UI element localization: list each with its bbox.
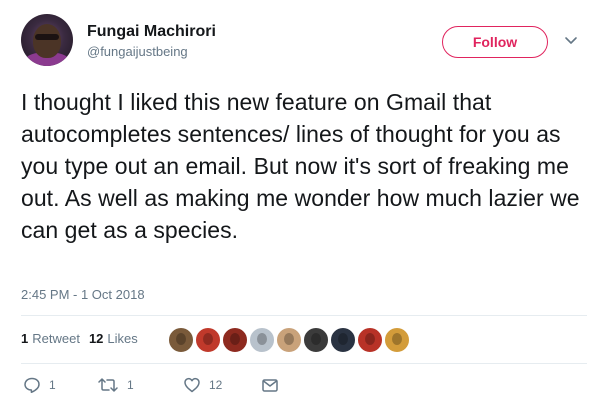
tweet-timestamp[interactable]: 2:45 PM - 1 Oct 2018: [21, 287, 145, 302]
reply-count: 1: [49, 378, 56, 392]
divider: [21, 363, 587, 364]
chevron-down-icon[interactable]: [564, 35, 578, 47]
tweet-card: Fungai Machirori @fungaijustbeing Follow…: [0, 0, 609, 414]
liker-avatar[interactable]: [249, 327, 275, 353]
envelope-icon: [262, 379, 278, 392]
liker-avatar[interactable]: [195, 327, 221, 353]
liker-avatar[interactable]: [357, 327, 383, 353]
like-button[interactable]: 12: [183, 374, 222, 396]
liker-avatars: [168, 327, 411, 353]
reply-button[interactable]: 1: [23, 374, 56, 396]
display-name[interactable]: Fungai Machirori: [87, 23, 216, 41]
retweet-button[interactable]: 1: [97, 374, 134, 396]
reply-icon: [24, 377, 40, 394]
liker-avatar[interactable]: [276, 327, 302, 353]
liker-avatar[interactable]: [330, 327, 356, 353]
liker-avatar[interactable]: [303, 327, 329, 353]
retweet-icon: [98, 378, 118, 392]
liker-avatar[interactable]: [168, 327, 194, 353]
retweet-stat-label: Retweet: [32, 331, 80, 346]
likes-stat-label: Likes: [107, 331, 138, 346]
tweet-stats: 1 Retweet 12 Likes: [21, 331, 138, 346]
divider: [21, 315, 587, 316]
direct-message-button[interactable]: [261, 374, 279, 396]
tweet-text: I thought I liked this new feature on Gm…: [21, 89, 580, 243]
retweet-stat-count: 1: [21, 331, 29, 346]
liker-avatar[interactable]: [384, 327, 410, 353]
follow-button[interactable]: Follow: [442, 26, 548, 58]
heart-icon: [184, 377, 200, 393]
tweet-actions: 1 1 12: [23, 374, 323, 396]
user-handle[interactable]: @fungaijustbeing: [87, 44, 188, 59]
likes-stat-count: 12: [88, 331, 104, 346]
avatar-glasses: [35, 34, 59, 40]
liker-avatar[interactable]: [222, 327, 248, 353]
avatar-face: [33, 24, 61, 58]
avatar[interactable]: [21, 14, 73, 66]
retweet-stat[interactable]: 1 Retweet: [21, 331, 80, 346]
retweet-count: 1: [127, 378, 134, 392]
like-count: 12: [209, 378, 223, 392]
likes-stat[interactable]: 12 Likes: [89, 331, 138, 346]
